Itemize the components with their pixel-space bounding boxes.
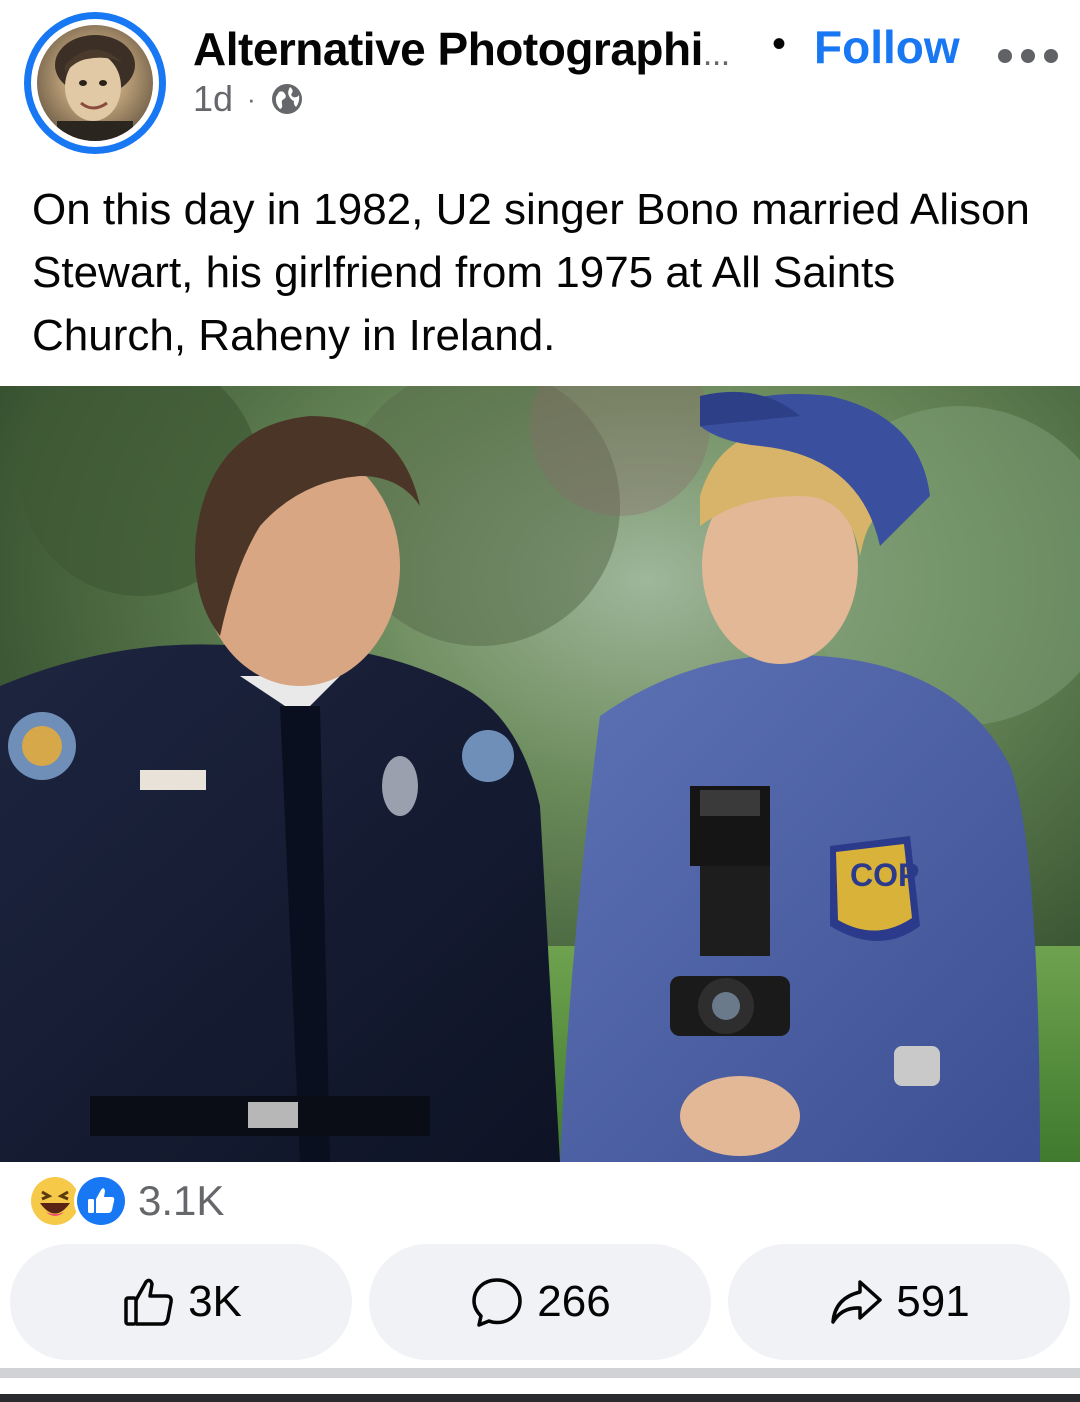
post-header: Alternative Photographi... • Follow 1d ·: [0, 0, 1080, 160]
page-name[interactable]: Alternative Photographi...: [193, 22, 730, 76]
divider: [0, 1368, 1080, 1378]
share-button[interactable]: 591: [728, 1244, 1070, 1360]
comment-button[interactable]: 266: [369, 1244, 711, 1360]
post-text: On this day in 1982, U2 singer Bono marr…: [32, 185, 1030, 360]
reactions-summary[interactable]: 3.1K: [26, 1172, 224, 1230]
thumbs-up-icon: [124, 1278, 173, 1326]
header-separator: •: [772, 22, 787, 66]
globe-icon[interactable]: [270, 82, 304, 116]
post-photo[interactable]: COP: [0, 386, 1080, 1162]
share-count: 591: [896, 1277, 970, 1326]
more-dots-icon[interactable]: [998, 36, 1058, 76]
like-icon: [74, 1174, 128, 1228]
photo-illustration: COP: [0, 386, 1080, 1162]
cop-patch-text: COP: [850, 857, 919, 893]
post-time[interactable]: 1d: [193, 78, 233, 120]
comment-count: 266: [537, 1277, 611, 1326]
post-meta: 1d ·: [193, 78, 304, 120]
reactions-count: 3.1K: [138, 1177, 225, 1224]
page-avatar[interactable]: [24, 12, 166, 154]
share-arrow-icon: [831, 1280, 883, 1324]
comment-bubble-icon: [472, 1278, 523, 1327]
like-count: 3K: [188, 1277, 242, 1326]
like-button[interactable]: 3K: [10, 1244, 352, 1360]
name-ellipsis: ...: [702, 35, 730, 73]
follow-button[interactable]: Follow: [814, 20, 960, 74]
avatar-image: [37, 25, 153, 141]
meta-separator: ·: [247, 83, 256, 114]
bottom-edge: [0, 1394, 1080, 1402]
